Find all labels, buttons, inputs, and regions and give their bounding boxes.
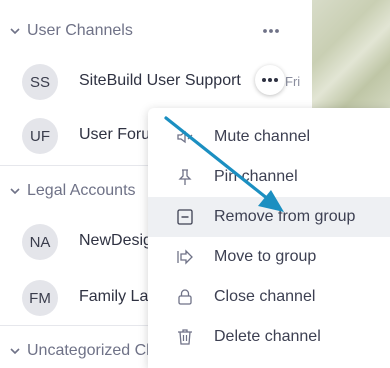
minus-square-icon (177, 209, 193, 225)
menu-item-close-channel[interactable]: Close channel (148, 277, 390, 317)
menu-item-label: Move to group (214, 248, 317, 265)
menu-item-pin-channel[interactable]: Pin channel (148, 157, 390, 197)
pin-icon (178, 169, 192, 185)
group-title: Legal Accounts (27, 182, 136, 199)
avatar: NA (22, 224, 58, 260)
menu-item-remove-from-group[interactable]: Remove from group (148, 197, 390, 237)
menu-item-label: Close channel (214, 288, 316, 305)
avatar: SS (22, 64, 58, 100)
channel-name: SiteBuild User Support (79, 72, 241, 89)
menu-item-label: Pin channel (214, 168, 298, 185)
channel-more-button[interactable] (255, 65, 285, 95)
chevron-down-icon (10, 28, 20, 35)
menu-item-delete-channel[interactable]: Delete channel (148, 317, 390, 357)
lock-icon (178, 289, 192, 305)
group-title: User Channels (27, 22, 133, 39)
menu-item-label: Mute channel (214, 128, 311, 145)
move-arrow-icon (177, 249, 193, 265)
speaker-muted-icon (177, 130, 193, 144)
menu-item-move-to-group[interactable]: Move to group (148, 237, 390, 277)
menu-item-label: Remove from group (214, 208, 356, 225)
chevron-down-icon (10, 348, 20, 355)
group-more-icon[interactable] (260, 23, 282, 39)
chevron-down-icon (10, 188, 20, 195)
group-header-user-channels[interactable]: User Channels (0, 15, 312, 47)
more-dots-icon (262, 78, 278, 82)
channel-context-menu: Mute channel Pin channel Remove from gro… (148, 108, 390, 368)
menu-item-label: Delete channel (214, 328, 321, 345)
menu-item-mute-channel[interactable]: Mute channel (148, 117, 390, 157)
background-image (312, 0, 390, 108)
avatar: FM (22, 280, 58, 316)
trash-icon (178, 329, 192, 345)
avatar: UF (22, 118, 58, 154)
channel-time: Fri (285, 74, 301, 89)
